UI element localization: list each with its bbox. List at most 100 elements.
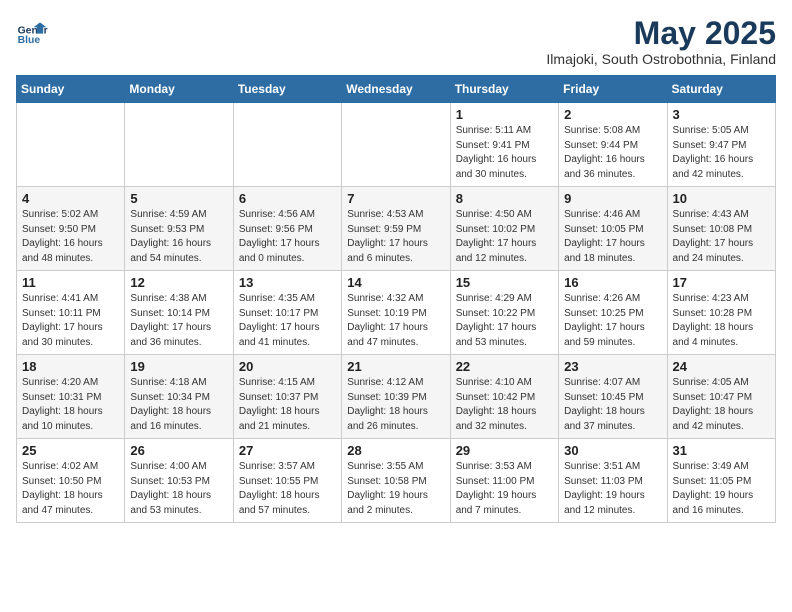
day-number: 31 <box>673 443 770 458</box>
day-number: 26 <box>130 443 227 458</box>
table-row: 29 Sunrise: 3:53 AM Sunset: 11:00 PM Dayl… <box>450 439 558 523</box>
table-row: 3Sunrise: 5:05 AM Sunset: 9:47 PM Daylig… <box>667 103 775 187</box>
day-number: 23 <box>564 359 661 374</box>
day-info: Sunrise: 4:15 AM Sunset: 10:37 PM Daylig… <box>239 376 336 434</box>
day-number: 25 <box>22 443 119 458</box>
day-info: Sunrise: 4:00 AM Sunset: 10:53 PM Daylig… <box>130 460 227 518</box>
header-sunday: Sunday <box>17 76 125 103</box>
table-row: 12 Sunrise: 4:38 AM Sunset: 10:14 PM Dayl… <box>125 271 233 355</box>
day-info: Sunrise: 4:59 AM Sunset: 9:53 PM Dayligh… <box>130 208 227 266</box>
table-row <box>342 103 450 187</box>
day-info: Sunrise: 4:20 AM Sunset: 10:31 PM Daylig… <box>22 376 119 434</box>
weekday-header-row: Sunday Monday Tuesday Wednesday Thursday… <box>17 76 776 103</box>
day-info: Sunrise: 3:53 AM Sunset: 11:00 PM Daylig… <box>456 460 553 518</box>
day-info: Sunrise: 4:35 AM Sunset: 10:17 PM Daylig… <box>239 292 336 350</box>
day-info: Sunrise: 4:02 AM Sunset: 10:50 PM Daylig… <box>22 460 119 518</box>
day-info: Sunrise: 4:18 AM Sunset: 10:34 PM Daylig… <box>130 376 227 434</box>
table-row: 1 Sunrise: 5:11 AM Sunset: 9:41 PM Daylig… <box>450 103 558 187</box>
day-number: 13 <box>239 275 336 290</box>
table-row: 4Sunrise: 5:02 AM Sunset: 9:50 PM Daylig… <box>17 187 125 271</box>
day-number: 20 <box>239 359 336 374</box>
day-info: Sunrise: 4:41 AM Sunset: 10:11 PM Daylig… <box>22 292 119 350</box>
day-info: Sunrise: 4:38 AM Sunset: 10:14 PM Daylig… <box>130 292 227 350</box>
day-number: 17 <box>673 275 770 290</box>
day-number: 12 <box>130 275 227 290</box>
day-number: 18 <box>22 359 119 374</box>
day-number: 16 <box>564 275 661 290</box>
table-row: 31 Sunrise: 3:49 AM Sunset: 11:05 PM Dayl… <box>667 439 775 523</box>
day-info: Sunrise: 4:46 AM Sunset: 10:05 PM Daylig… <box>564 208 661 266</box>
day-info: Sunrise: 5:05 AM Sunset: 9:47 PM Dayligh… <box>673 124 770 182</box>
calendar-week-row: 4Sunrise: 5:02 AM Sunset: 9:50 PM Daylig… <box>17 187 776 271</box>
title-block: May 2025 Ilmajoki, South Ostrobothnia, F… <box>546 16 776 67</box>
table-row: 18 Sunrise: 4:20 AM Sunset: 10:31 PM Dayl… <box>17 355 125 439</box>
table-row: 20 Sunrise: 4:15 AM Sunset: 10:37 PM Dayl… <box>233 355 341 439</box>
day-info: Sunrise: 5:02 AM Sunset: 9:50 PM Dayligh… <box>22 208 119 266</box>
day-number: 14 <box>347 275 444 290</box>
logo: General Blue <box>16 16 48 48</box>
day-info: Sunrise: 4:56 AM Sunset: 9:56 PM Dayligh… <box>239 208 336 266</box>
table-row: 5Sunrise: 4:59 AM Sunset: 9:53 PM Daylig… <box>125 187 233 271</box>
table-row <box>125 103 233 187</box>
table-row <box>233 103 341 187</box>
table-row: 10 Sunrise: 4:43 AM Sunset: 10:08 PM Dayl… <box>667 187 775 271</box>
table-row: 22 Sunrise: 4:10 AM Sunset: 10:42 PM Dayl… <box>450 355 558 439</box>
day-info: Sunrise: 4:05 AM Sunset: 10:47 PM Daylig… <box>673 376 770 434</box>
table-row: 21Sunrise: 4:12 AM Sunset: 10:39 PM Dayl… <box>342 355 450 439</box>
day-info: Sunrise: 4:32 AM Sunset: 10:19 PM Daylig… <box>347 292 444 350</box>
day-info: Sunrise: 4:50 AM Sunset: 10:02 PM Daylig… <box>456 208 553 266</box>
day-number: 7 <box>347 191 444 206</box>
table-row: 9Sunrise: 4:46 AM Sunset: 10:05 PM Dayli… <box>559 187 667 271</box>
calendar-week-row: 25 Sunrise: 4:02 AM Sunset: 10:50 PM Dayl… <box>17 439 776 523</box>
table-row <box>17 103 125 187</box>
calendar-week-row: 1 Sunrise: 5:11 AM Sunset: 9:41 PM Daylig… <box>17 103 776 187</box>
header-thursday: Thursday <box>450 76 558 103</box>
table-row: 24 Sunrise: 4:05 AM Sunset: 10:47 PM Dayl… <box>667 355 775 439</box>
table-row: 27 Sunrise: 3:57 AM Sunset: 10:55 PM Dayl… <box>233 439 341 523</box>
day-info: Sunrise: 3:49 AM Sunset: 11:05 PM Daylig… <box>673 460 770 518</box>
header-wednesday: Wednesday <box>342 76 450 103</box>
header-friday: Friday <box>559 76 667 103</box>
logo-icon: General Blue <box>16 16 48 48</box>
header-monday: Monday <box>125 76 233 103</box>
table-row: 23Sunrise: 4:07 AM Sunset: 10:45 PM Dayl… <box>559 355 667 439</box>
table-row: 26 Sunrise: 4:00 AM Sunset: 10:53 PM Dayl… <box>125 439 233 523</box>
table-row: 19 Sunrise: 4:18 AM Sunset: 10:34 PM Dayl… <box>125 355 233 439</box>
calendar-table: Sunday Monday Tuesday Wednesday Thursday… <box>16 75 776 523</box>
calendar-title: May 2025 <box>546 16 776 51</box>
day-number: 24 <box>673 359 770 374</box>
day-number: 15 <box>456 275 553 290</box>
table-row: 7 Sunrise: 4:53 AM Sunset: 9:59 PM Daylig… <box>342 187 450 271</box>
table-row: 13 Sunrise: 4:35 AM Sunset: 10:17 PM Dayl… <box>233 271 341 355</box>
day-info: Sunrise: 5:11 AM Sunset: 9:41 PM Dayligh… <box>456 124 553 182</box>
day-number: 19 <box>130 359 227 374</box>
calendar-week-row: 11 Sunrise: 4:41 AM Sunset: 10:11 PM Dayl… <box>17 271 776 355</box>
calendar-week-row: 18 Sunrise: 4:20 AM Sunset: 10:31 PM Dayl… <box>17 355 776 439</box>
page-header: General Blue May 2025 Ilmajoki, South Os… <box>16 16 776 67</box>
day-info: Sunrise: 4:53 AM Sunset: 9:59 PM Dayligh… <box>347 208 444 266</box>
day-number: 30 <box>564 443 661 458</box>
table-row: 11 Sunrise: 4:41 AM Sunset: 10:11 PM Dayl… <box>17 271 125 355</box>
day-number: 11 <box>22 275 119 290</box>
day-number: 2 <box>564 107 661 122</box>
header-tuesday: Tuesday <box>233 76 341 103</box>
day-info: Sunrise: 4:10 AM Sunset: 10:42 PM Daylig… <box>456 376 553 434</box>
day-info: Sunrise: 4:23 AM Sunset: 10:28 PM Daylig… <box>673 292 770 350</box>
table-row: 25 Sunrise: 4:02 AM Sunset: 10:50 PM Dayl… <box>17 439 125 523</box>
day-info: Sunrise: 4:43 AM Sunset: 10:08 PM Daylig… <box>673 208 770 266</box>
day-number: 27 <box>239 443 336 458</box>
calendar-subtitle: Ilmajoki, South Ostrobothnia, Finland <box>546 51 776 67</box>
day-number: 10 <box>673 191 770 206</box>
day-number: 21 <box>347 359 444 374</box>
table-row: 6Sunrise: 4:56 AM Sunset: 9:56 PM Daylig… <box>233 187 341 271</box>
day-info: Sunrise: 3:57 AM Sunset: 10:55 PM Daylig… <box>239 460 336 518</box>
day-info: Sunrise: 4:26 AM Sunset: 10:25 PM Daylig… <box>564 292 661 350</box>
table-row: 28Sunrise: 3:55 AM Sunset: 10:58 PM Dayl… <box>342 439 450 523</box>
day-info: Sunrise: 5:08 AM Sunset: 9:44 PM Dayligh… <box>564 124 661 182</box>
day-number: 29 <box>456 443 553 458</box>
day-info: Sunrise: 3:55 AM Sunset: 10:58 PM Daylig… <box>347 460 444 518</box>
table-row: 8Sunrise: 4:50 AM Sunset: 10:02 PM Dayli… <box>450 187 558 271</box>
day-number: 22 <box>456 359 553 374</box>
day-number: 1 <box>456 107 553 122</box>
table-row: 15Sunrise: 4:29 AM Sunset: 10:22 PM Dayl… <box>450 271 558 355</box>
